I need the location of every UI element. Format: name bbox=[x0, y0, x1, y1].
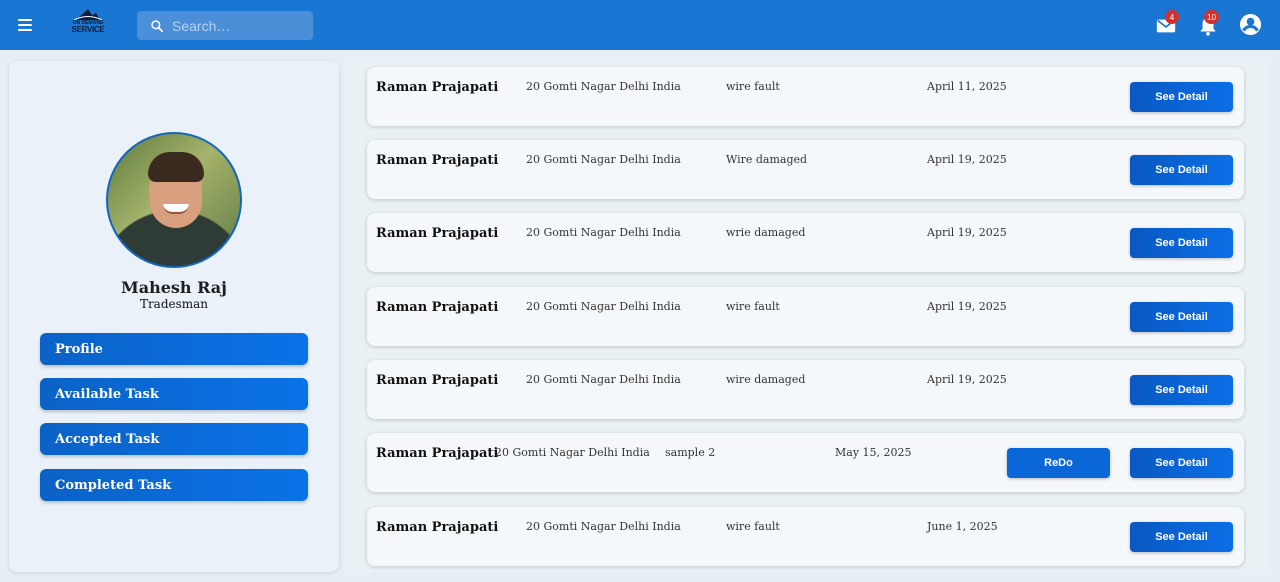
customer-name: Raman Prajapati bbox=[376, 300, 499, 315]
task-address: 20 Gomti Nagar Delhi India bbox=[526, 153, 681, 166]
task-address: 20 Gomti Nagar Delhi India bbox=[526, 226, 681, 239]
see-detail-button[interactable]: See Detail bbox=[1130, 302, 1233, 332]
customer-name: Raman Prajapati bbox=[376, 80, 499, 95]
logo[interactable]: ON DEMAND SERVICE bbox=[66, 7, 110, 37]
task-issue: wire fault bbox=[726, 300, 780, 313]
avatar bbox=[106, 132, 242, 268]
mail-button[interactable]: 4 bbox=[1155, 10, 1179, 37]
task-card: Raman Prajapati 20 Gomti Nagar Delhi Ind… bbox=[367, 433, 1244, 492]
account-icon bbox=[1239, 13, 1262, 36]
see-detail-button[interactable]: See Detail bbox=[1130, 375, 1233, 405]
nav-accepted-task-button[interactable]: Accepted Task bbox=[40, 423, 308, 455]
see-detail-button[interactable]: See Detail bbox=[1130, 522, 1233, 552]
app-bar: ON DEMAND SERVICE 4 10 bbox=[0, 0, 1280, 50]
notification-button[interactable]: 10 bbox=[1197, 10, 1221, 37]
search-icon bbox=[151, 19, 164, 32]
profile-panel: Mahesh Raj Tradesman Profile Available T… bbox=[9, 61, 339, 572]
task-issue: wire damaged bbox=[726, 373, 806, 386]
customer-name: Raman Prajapati bbox=[376, 226, 499, 241]
task-card: Raman Prajapati 20 Gomti Nagar Delhi Ind… bbox=[367, 140, 1244, 199]
task-card: Raman Prajapati 20 Gomti Nagar Delhi Ind… bbox=[367, 213, 1244, 272]
task-address: 20 Gomti Nagar Delhi India bbox=[526, 520, 681, 533]
see-detail-button[interactable]: See Detail bbox=[1130, 82, 1233, 112]
task-issue: wrie damaged bbox=[726, 226, 806, 239]
customer-name: Raman Prajapati bbox=[376, 153, 499, 168]
search-input[interactable] bbox=[172, 17, 302, 34]
logo-wave-icon bbox=[73, 9, 103, 21]
task-card: Raman Prajapati 20 Gomti Nagar Delhi Ind… bbox=[367, 507, 1244, 566]
redo-button[interactable]: ReDo bbox=[1007, 448, 1110, 478]
task-issue: wire fault bbox=[726, 520, 780, 533]
task-date: April 19, 2025 bbox=[927, 153, 1007, 166]
task-card: Raman Prajapati 20 Gomti Nagar Delhi Ind… bbox=[367, 360, 1244, 419]
task-address: 20 Gomti Nagar Delhi India bbox=[526, 373, 681, 386]
user-role: Tradesman bbox=[139, 297, 209, 311]
search-box[interactable] bbox=[137, 11, 313, 40]
task-card: Raman Prajapati 20 Gomti Nagar Delhi Ind… bbox=[367, 287, 1244, 346]
task-issue: sample 2 bbox=[665, 446, 716, 459]
nav-completed-task-button[interactable]: Completed Task bbox=[40, 469, 308, 501]
user-name: Mahesh Raj bbox=[121, 278, 227, 297]
task-date: May 15, 2025 bbox=[835, 446, 912, 459]
task-date: April 19, 2025 bbox=[927, 226, 1007, 239]
task-address: 20 Gomti Nagar Delhi India bbox=[526, 300, 681, 313]
customer-name: Raman Prajapati bbox=[376, 373, 499, 388]
mail-badge: 4 bbox=[1165, 10, 1179, 24]
task-list: Raman Prajapati 20 Gomti Nagar Delhi Ind… bbox=[343, 61, 1269, 572]
nav-available-task-button[interactable]: Available Task bbox=[40, 378, 308, 410]
task-date: June 1, 2025 bbox=[927, 520, 998, 533]
customer-name: Raman Prajapati bbox=[376, 520, 499, 535]
task-date: April 19, 2025 bbox=[927, 373, 1007, 386]
account-button[interactable] bbox=[1239, 13, 1263, 37]
logo-line2: SERVICE bbox=[71, 25, 105, 34]
task-issue: Wire damaged bbox=[726, 153, 808, 166]
notification-badge: 10 bbox=[1204, 10, 1219, 24]
task-address: 20 Gomti Nagar Delhi India bbox=[526, 80, 681, 93]
task-issue: wire fault bbox=[726, 80, 780, 93]
customer-name: Raman Prajapati bbox=[376, 446, 499, 461]
see-detail-button[interactable]: See Detail bbox=[1130, 155, 1233, 185]
task-card: Raman Prajapati 20 Gomti Nagar Delhi Ind… bbox=[367, 67, 1244, 126]
see-detail-button[interactable]: See Detail bbox=[1130, 228, 1233, 258]
task-date: April 19, 2025 bbox=[927, 300, 1007, 313]
task-date: April 11, 2025 bbox=[927, 80, 1007, 93]
task-address: 20 Gomti Nagar Delhi India bbox=[495, 446, 650, 459]
nav-profile-button[interactable]: Profile bbox=[40, 333, 308, 365]
menu-icon[interactable] bbox=[15, 15, 35, 35]
see-detail-button[interactable]: See Detail bbox=[1130, 448, 1233, 478]
